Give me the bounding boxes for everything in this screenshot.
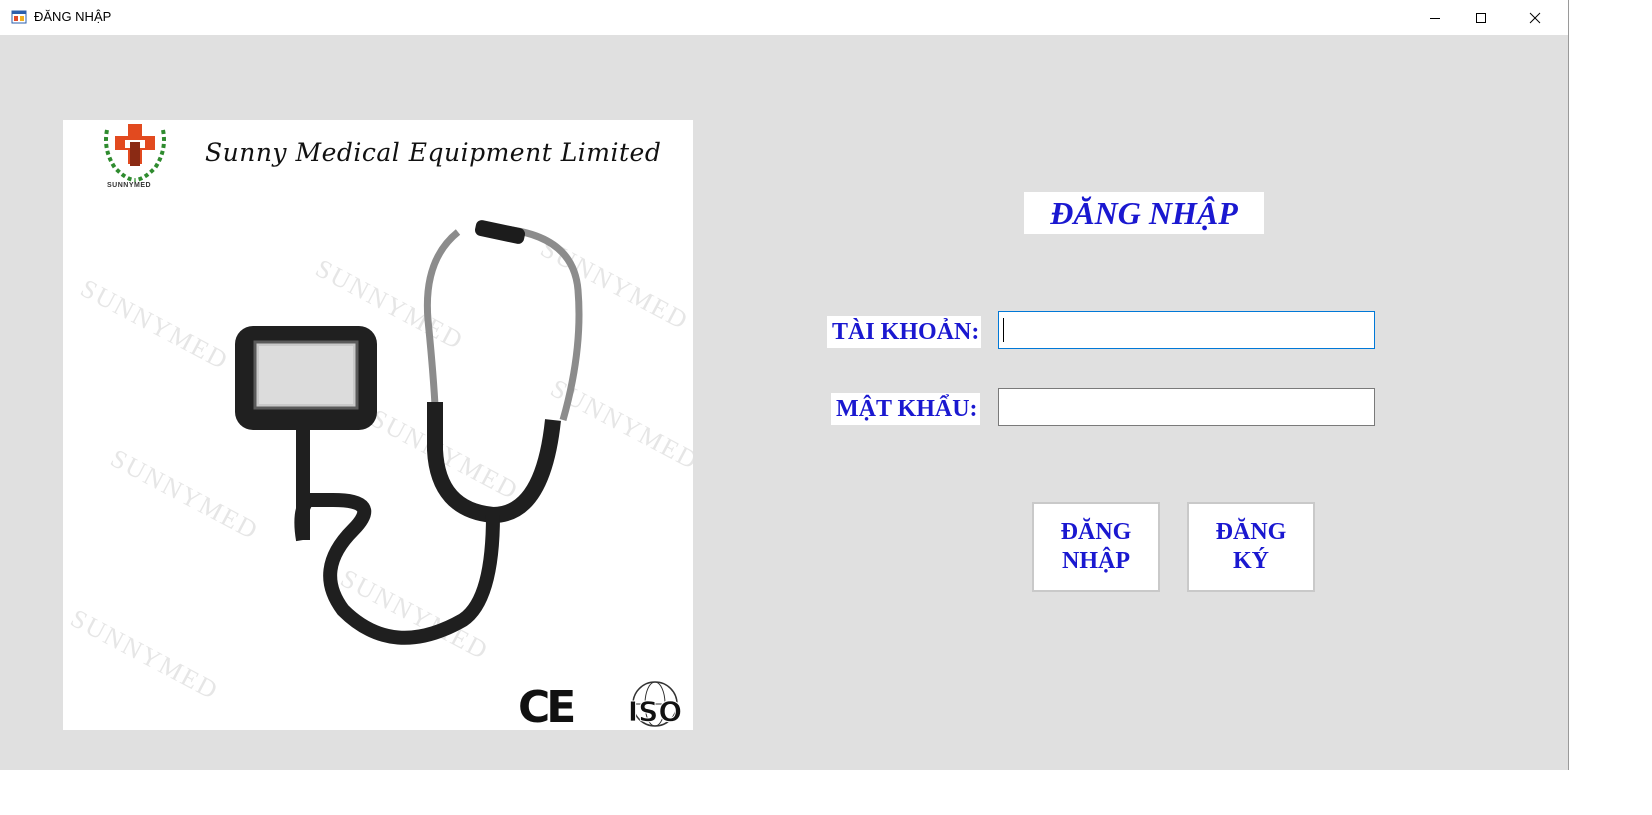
register-button[interactable]: ĐĂNG KÝ (1187, 502, 1315, 592)
login-heading-box: ĐĂNG NHẬP (1024, 192, 1264, 234)
login-heading: ĐĂNG NHẬP (1050, 194, 1238, 231)
title-bar[interactable]: ĐĂNG NHẬP (0, 0, 1568, 35)
maximize-icon (1476, 12, 1486, 23)
client-edge (1552, 35, 1568, 770)
background-area (0, 771, 1652, 815)
form-app-icon (11, 10, 27, 24)
window-title: ĐĂNG NHẬP (34, 9, 112, 24)
product-image: SUNNYMED Sunny Medical Equipment Limited… (63, 120, 693, 730)
maximize-button[interactable] (1458, 0, 1504, 35)
minimize-button[interactable] (1412, 0, 1458, 35)
minimize-icon (1430, 17, 1440, 19)
close-button[interactable] (1512, 0, 1558, 35)
register-button-line2: KÝ (1232, 548, 1269, 574)
login-button-line1: ĐĂNG (1060, 519, 1132, 545)
text-caret (1003, 318, 1004, 342)
iso-logo: ISO (627, 681, 683, 729)
close-icon (1529, 12, 1541, 23)
password-label: MẬT KHẨU: (831, 393, 980, 425)
login-button[interactable]: ĐĂNG NHẬP (1032, 502, 1160, 592)
svg-text:ISO: ISO (628, 695, 682, 728)
login-window: ĐĂNG NHẬP SUNNYMED Sunny Medical Equipme… (0, 0, 1569, 770)
ce-mark: CE (518, 682, 576, 730)
register-button-line1: ĐĂNG (1215, 519, 1287, 545)
stethoscope-illustration (235, 220, 583, 645)
username-label: TÀI KHOẢN: (827, 316, 982, 348)
login-button-line2: NHẬP (1061, 548, 1130, 574)
username-input[interactable] (998, 311, 1375, 349)
password-input[interactable] (998, 388, 1375, 426)
